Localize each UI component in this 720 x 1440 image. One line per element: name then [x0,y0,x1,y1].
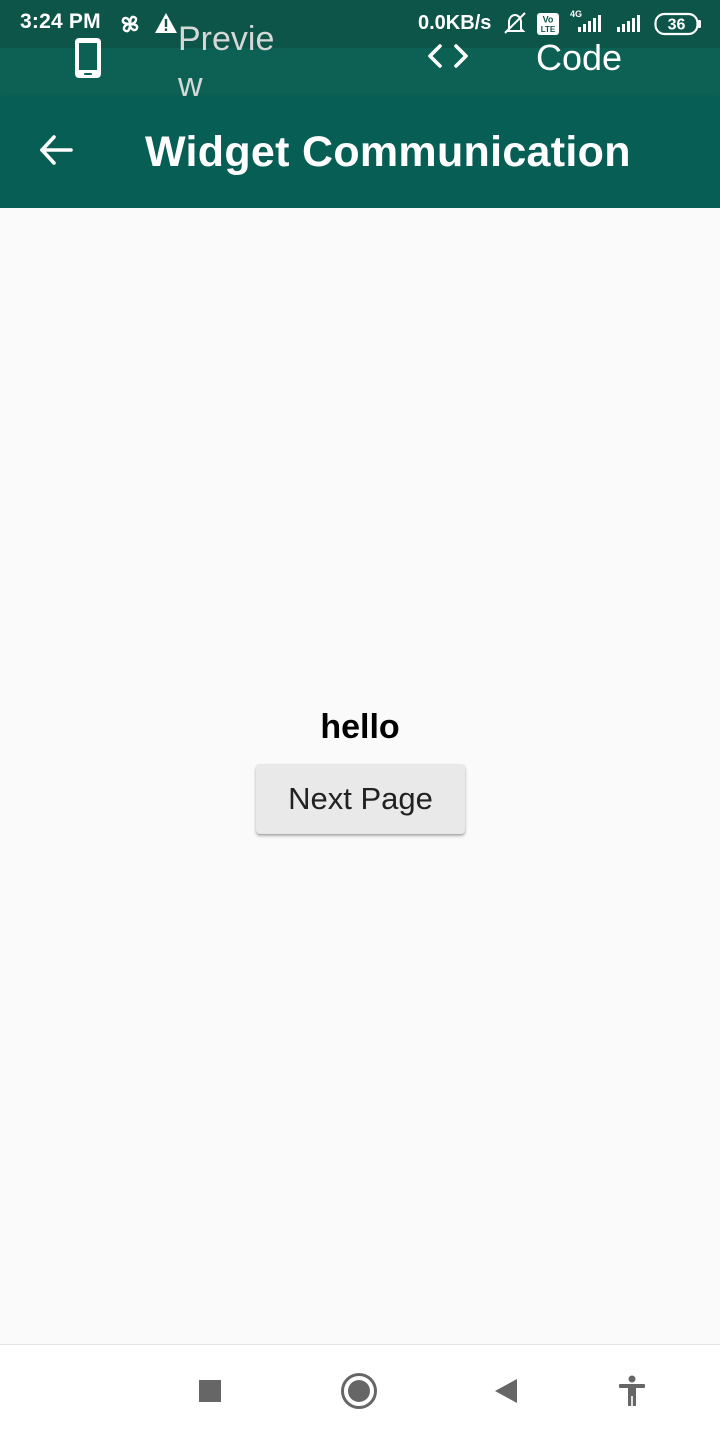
back-triangle-icon [493,1377,519,1410]
recents-button[interactable] [190,1373,230,1413]
home-button[interactable] [339,1372,379,1415]
volte-top-text: Vo [543,15,554,25]
main-content: hello Next Page [0,208,720,1344]
volte-bottom-text: LTE [541,25,556,34]
arrow-left-icon [38,132,74,173]
tab-preview[interactable]: Preview [60,20,300,104]
page-title: Widget Communication [145,128,631,176]
hello-text: hello [320,708,400,746]
system-navigation-bar [0,1344,720,1440]
battery-icon: 36 [654,12,702,41]
back-nav-button[interactable] [486,1373,526,1413]
preview-code-tab-bar: Preview Code [0,20,720,104]
phone-icon [72,36,104,85]
accessibility-button[interactable] [612,1373,652,1413]
tab-code-label: Code [536,37,623,78]
app-bar: Widget Communication [0,96,720,208]
pinwheel-icon [118,12,142,41]
recents-square-icon [198,1379,222,1408]
next-page-button[interactable]: Next Page [256,764,465,834]
back-button[interactable] [24,120,88,184]
bell-off-icon [502,10,528,41]
network-type-label: 4G [570,9,582,19]
code-brackets-icon [426,42,470,75]
accessibility-icon [617,1375,647,1412]
home-circle-icon [340,1372,378,1415]
tab-preview-label: Preview [178,20,275,104]
warning-icon [154,12,178,39]
tab-code[interactable]: Code [410,37,650,96]
network-speed: 0.0KB/s [418,12,492,34]
battery-level: 36 [668,17,686,34]
status-time: 3:24 PM [20,10,101,33]
